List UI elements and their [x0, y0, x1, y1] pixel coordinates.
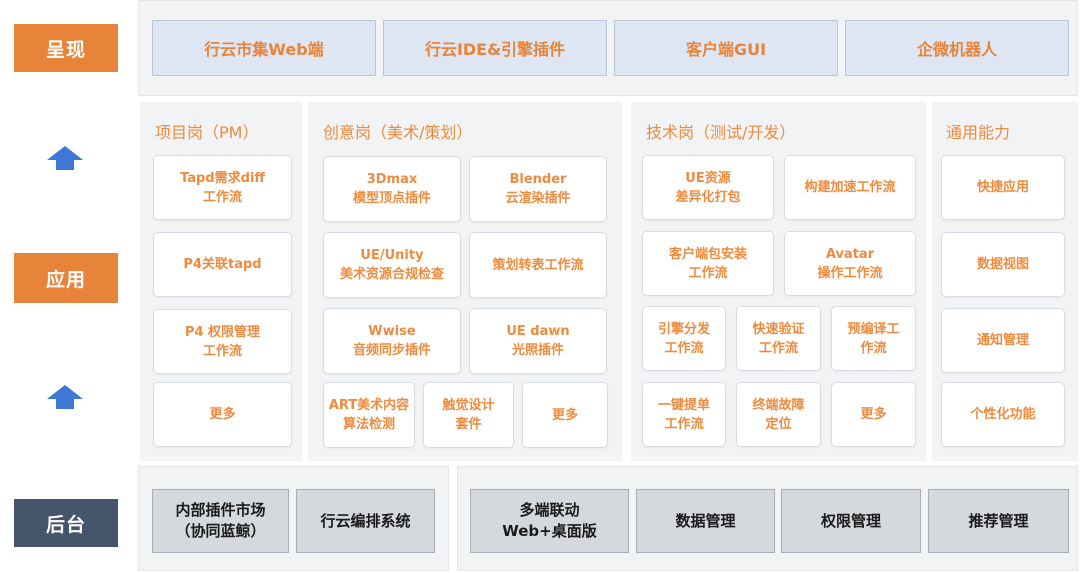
presentation-item: 行云IDE&引擎插件: [383, 20, 607, 76]
backend-data-management: 数据管理: [636, 489, 775, 553]
backend-permission-management: 权限管理: [781, 489, 921, 553]
card-quick-apps: 快捷应用: [941, 155, 1065, 220]
presentation-item: 客户端GUI: [614, 20, 838, 76]
panel-title-common: 通用能力: [946, 123, 1011, 142]
arrow-up-icon: [47, 385, 83, 409]
backend-orchestration: 行云编排系统: [296, 489, 435, 553]
card-wwise: Wwise 音频同步插件: [323, 308, 461, 374]
card-terminal-fault: 终端故障 定位: [736, 382, 821, 447]
backend-multi-terminal: 多端联动 Web+桌面版: [470, 489, 629, 553]
card-quick-verify: 快速验证 工作流: [736, 306, 821, 371]
card-personalization: 个性化功能: [941, 382, 1065, 447]
backend-plugin-market: 内部插件市场 （协同蓝鲸）: [152, 489, 289, 553]
card-build-accel: 构建加速工作流: [784, 155, 916, 220]
backend-recommendation: 推荐管理: [928, 489, 1069, 553]
card-pm-more: 更多: [153, 382, 292, 447]
card-ue-resource-pack: UE资源 差异化打包: [642, 155, 774, 220]
architecture-diagram: 呈现 应用 后台 行云市集Web端 行云IDE&引擎插件 客户端GUI 企微机器…: [0, 0, 1080, 573]
card-blender: Blender 云渲染插件: [469, 156, 607, 222]
panel-title-pm: 项目岗（PM）: [155, 123, 259, 142]
card-ue-unity-check: UE/Unity 美术资源合规检查: [323, 232, 461, 298]
card-notification: 通知管理: [941, 308, 1065, 373]
layer-label-presentation: 呈现: [14, 24, 118, 72]
panel-title-tech: 技术岗（测试/开发）: [646, 123, 796, 142]
card-precompile: 预编译工 作流: [831, 306, 916, 371]
layer-label-backend: 后台: [14, 499, 118, 547]
card-avatar-workflow: Avatar 操作工作流: [784, 231, 916, 296]
card-tapd-diff-workflow: Tapd需求diff 工作流: [153, 155, 292, 220]
presentation-item: 行云市集Web端: [152, 20, 376, 76]
card-engine-distribution: 引擎分发 工作流: [642, 306, 726, 371]
panel-title-creative: 创意岗（美术/策划）: [323, 123, 473, 142]
card-art-detection: ART美术内容 算法检测: [323, 382, 415, 448]
arrow-up-icon: [47, 146, 83, 170]
card-tech-more: 更多: [831, 382, 916, 447]
card-data-view: 数据视图: [941, 232, 1065, 297]
card-haptic-kit: 触觉设计 套件: [423, 382, 514, 448]
layer-label-application: 应用: [14, 253, 118, 303]
card-planning-table: 策划转表工作流: [469, 232, 607, 298]
presentation-item: 企微机器人: [845, 20, 1069, 76]
card-p4-permission: P4 权限管理 工作流: [153, 309, 292, 374]
card-p4-tapd: P4关联tapd: [153, 232, 292, 297]
card-client-install: 客户端包安装 工作流: [642, 231, 774, 296]
card-creative-more: 更多: [522, 382, 608, 448]
card-one-click-ticket: 一键提单 工作流: [642, 382, 726, 447]
card-ue-dawn: UE dawn 光照插件: [469, 308, 607, 374]
card-3dmax: 3Dmax 模型顶点插件: [323, 156, 461, 222]
